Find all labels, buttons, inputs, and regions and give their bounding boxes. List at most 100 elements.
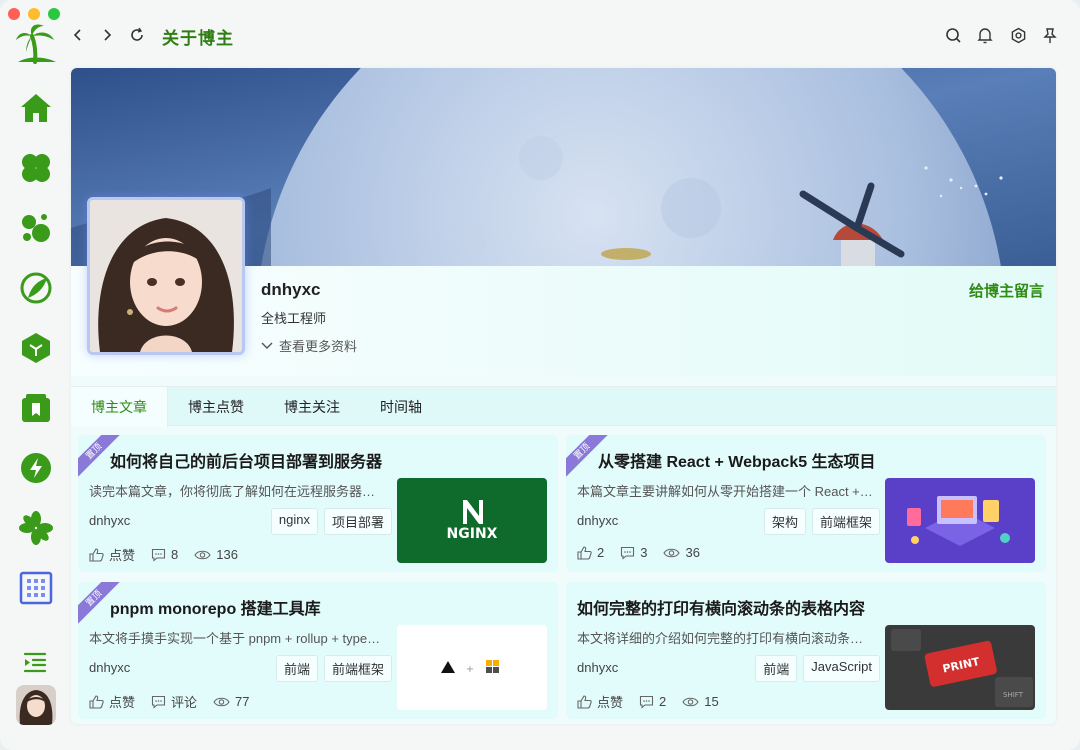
nginx-thumbnail-image: NGINX — [397, 478, 547, 563]
isometric-illustration-image — [885, 478, 1035, 563]
article-tag[interactable]: nginx — [270, 508, 318, 535]
lightning-icon[interactable] — [16, 448, 56, 488]
comment-stat[interactable]: 3 — [620, 545, 647, 560]
article-desc: 本文将详细的介绍如何完整的打印有横向滚动条的表格内容 — [577, 631, 873, 646]
pin-icon[interactable] — [1039, 24, 1061, 46]
refresh-icon[interactable] — [126, 24, 148, 46]
article-author[interactable]: dnhyxc — [577, 660, 618, 675]
eye-icon — [194, 550, 211, 559]
palm-tree-logo-icon — [14, 22, 58, 66]
grid-icon[interactable] — [16, 568, 56, 608]
view-more-profile-link[interactable]: 查看更多资料 — [261, 336, 357, 355]
comment-icon — [151, 548, 166, 562]
article-tag[interactable]: 前端框架 — [811, 508, 880, 535]
article-author[interactable]: dnhyxc — [577, 513, 618, 528]
tab-timeline[interactable]: 时间轴 — [360, 387, 442, 427]
profile-name: dnhyxc — [261, 280, 321, 299]
view-stat: 36 — [663, 545, 700, 560]
article-tags: 前端 JavaScript — [755, 655, 880, 682]
comment-icon — [639, 695, 654, 709]
home-icon[interactable] — [16, 88, 56, 128]
like-count: 点赞 — [109, 548, 136, 563]
thumbs-up-icon — [577, 694, 592, 709]
tab-articles[interactable]: 博主文章 — [71, 387, 168, 427]
view-stat: 77 — [213, 692, 250, 711]
tab-likes[interactable]: 博主点赞 — [168, 387, 264, 427]
eye-icon — [213, 697, 230, 706]
article-tags: 前端 前端框架 — [275, 655, 392, 682]
svg-text:+: + — [466, 664, 474, 675]
bubbles-icon[interactable] — [16, 208, 56, 248]
pen-icon[interactable] — [16, 268, 56, 308]
cube-icon[interactable] — [16, 328, 56, 368]
view-count: 36 — [685, 545, 700, 560]
svg-text:NGINX: NGINX — [447, 526, 498, 542]
thumbs-up-icon — [89, 547, 104, 562]
article-card[interactable]: 置顶 如何将自己的前后台项目部署到服务器 读完本篇文章，你将彻底了解如何在远程服… — [78, 435, 558, 572]
back-icon[interactable] — [67, 24, 89, 46]
like-count: 点赞 — [109, 695, 136, 710]
article-tag[interactable]: 前端框架 — [323, 655, 392, 682]
eye-icon — [663, 548, 681, 557]
article-author[interactable]: dnhyxc — [89, 660, 130, 675]
like-stat[interactable]: 点赞 — [89, 545, 135, 564]
chevron-down-icon — [261, 342, 273, 349]
article-desc: 本篇文章主要讲解如何从零开始搭建一个 React + Webpack5 生态项目 — [577, 484, 873, 499]
article-title[interactable]: 从零搭建 React + Webpack5 生态项目 — [598, 448, 876, 472]
article-tag[interactable]: 前端 — [755, 655, 798, 682]
article-title[interactable]: 如何将自己的前后台项目部署到服务器 — [110, 448, 382, 472]
article-title[interactable]: 如何完整的打印有横向滚动条的表格内容 — [577, 595, 865, 619]
print-key-thumbnail-image: PRINT SHIFT — [885, 625, 1035, 710]
comment-stat[interactable]: 8 — [151, 545, 178, 564]
article-desc: 读完本篇文章，你将彻底了解如何在远程服务器上部署自己的前后台项目 — [89, 484, 385, 499]
user-avatar[interactable] — [16, 685, 56, 725]
gear-icon[interactable] — [1007, 24, 1029, 46]
article-stats: 点赞 8 136 — [89, 545, 238, 564]
app-window: 关于博主 dnhyxc 全栈工程师 查看更多资料 给博主留言 博主文章 博主点赞… — [0, 0, 1080, 750]
like-stat[interactable]: 点赞 — [89, 692, 135, 711]
article-tag[interactable]: 项目部署 — [323, 508, 392, 535]
top-bar: 关于博主 — [70, 18, 1080, 52]
view-more-label: 查看更多资料 — [279, 339, 358, 354]
sidebar — [0, 0, 70, 750]
flower-icon[interactable] — [16, 508, 56, 548]
article-title[interactable]: pnpm monorepo 搭建工具库 — [110, 595, 321, 619]
article-author[interactable]: dnhyxc — [89, 513, 130, 528]
bell-icon[interactable] — [974, 24, 996, 46]
article-card[interactable]: 置顶 pnpm monorepo 搭建工具库 本文将手摸手实现一个基于 pnpm… — [78, 582, 558, 719]
search-icon[interactable] — [942, 24, 964, 46]
collapse-menu-icon[interactable] — [22, 650, 48, 674]
tab-following[interactable]: 博主关注 — [264, 387, 360, 427]
profile-avatar-image[interactable] — [87, 197, 245, 355]
like-count: 2 — [597, 545, 605, 560]
pnpm-thumbnail-image: + — [397, 625, 547, 710]
article-card[interactable]: 置顶 从零搭建 React + Webpack5 生态项目 本篇文章主要讲解如何… — [566, 435, 1046, 572]
comment-stat[interactable]: 评论 — [151, 692, 197, 711]
thumbs-up-icon — [89, 694, 104, 709]
comment-icon — [621, 546, 635, 560]
comment-stat[interactable]: 2 — [639, 692, 666, 711]
view-stat: 136 — [194, 545, 238, 564]
view-count: 15 — [704, 694, 719, 709]
article-tag[interactable]: 架构 — [763, 508, 806, 535]
like-stat[interactable]: 点赞 — [577, 692, 623, 711]
article-stats: 点赞 2 15 — [577, 692, 719, 711]
article-desc: 本文将手摸手实现一个基于 pnpm + rollup + typescript … — [89, 631, 385, 646]
article-tag[interactable]: 前端 — [275, 655, 318, 682]
clover-icon[interactable] — [16, 148, 56, 188]
profile-role: 全栈工程师 — [261, 311, 327, 326]
forward-icon[interactable] — [96, 24, 118, 46]
article-card[interactable]: 如何完整的打印有横向滚动条的表格内容 本文将详细的介绍如何完整的打印有横向滚动条… — [566, 582, 1046, 719]
leave-message-button[interactable]: 给博主留言 — [969, 280, 1044, 301]
view-count: 77 — [235, 694, 250, 709]
article-stats: 点赞 评论 77 — [89, 692, 250, 711]
bookmark-icon[interactable] — [16, 388, 56, 428]
like-stat[interactable]: 2 — [577, 545, 604, 560]
article-stats: 2 3 36 — [577, 545, 700, 560]
article-tag[interactable]: JavaScript — [803, 655, 880, 682]
thumbs-up-icon — [577, 545, 592, 560]
profile-tabs: 博主文章 博主点赞 博主关注 时间轴 — [71, 386, 1056, 427]
comment-count: 3 — [640, 545, 648, 560]
comment-count: 8 — [171, 547, 179, 562]
view-stat: 15 — [682, 692, 719, 711]
